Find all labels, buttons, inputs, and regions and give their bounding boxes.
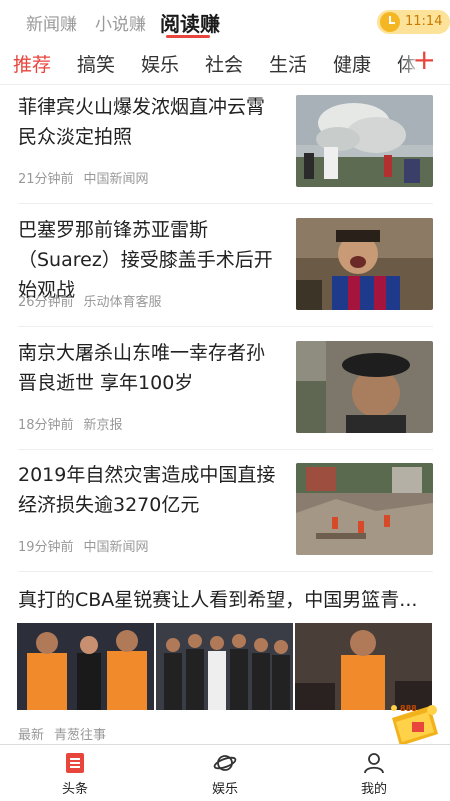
news-meta: 18分钟前 新京报 — [18, 414, 133, 433]
divider — [18, 449, 433, 450]
category-tab-entertainment[interactable]: 娱乐 — [141, 50, 179, 77]
top-mode-tabs: 新闻赚 小说赚 阅读赚 11:14 — [0, 0, 450, 40]
divider — [18, 326, 433, 327]
news-item[interactable]: 南京大屠杀山东唯一幸存者孙晋良逝世 享年100岁 18分钟前 新京报 — [0, 338, 450, 450]
nav-profile[interactable]: 我的 — [334, 751, 414, 797]
news-meta: 最新 青葱往事 — [18, 724, 116, 743]
timer-value: 11:14 — [405, 14, 443, 29]
news-source: 中国新闻网 — [83, 172, 149, 187]
bottom-navigation: 头条 娱乐 我的 — [0, 744, 450, 801]
reward-envelope-icon[interactable]: 888 — [386, 700, 442, 748]
nav-label: 我的 — [360, 782, 387, 797]
news-meta: 21分钟前 中国新闻网 — [18, 168, 159, 187]
tab-read-earn[interactable]: 阅读赚 — [160, 8, 220, 37]
news-time: 最新 — [18, 728, 45, 743]
news-source: 新京报 — [83, 418, 123, 433]
divider — [18, 203, 433, 204]
category-tab-health[interactable]: 健康 — [333, 50, 371, 77]
category-tabs: 推荐 搞笑 娱乐 社会 生活 健康 体 + — [0, 40, 450, 85]
news-title[interactable]: 真打的CBA星锐赛让人看到希望，中国男篮青... — [18, 585, 433, 612]
news-thumbnail — [296, 341, 433, 433]
news-time: 26分钟前 — [18, 295, 74, 310]
category-tab-life[interactable]: 生活 — [269, 50, 307, 77]
divider — [18, 571, 433, 572]
clock-icon — [380, 12, 400, 32]
news-time: 21分钟前 — [18, 172, 74, 187]
add-category-icon[interactable]: + — [413, 46, 436, 74]
category-tab-society[interactable]: 社会 — [205, 50, 243, 77]
news-item[interactable]: 巴塞罗那前锋苏亚雷斯（Suarez）接受膝盖手术后开始观战 26分钟前 乐动体育客… — [0, 215, 450, 327]
planet-icon — [213, 755, 237, 771]
news-image-2 — [156, 623, 293, 710]
news-source: 中国新闻网 — [83, 540, 149, 555]
news-item[interactable]: 2019年自然灾害造成中国直接经济损失逾3270亿元 19分钟前 中国新闻网 — [0, 460, 450, 572]
news-thumbnail — [296, 463, 433, 555]
news-source: 青葱往事 — [54, 728, 107, 743]
reward-amount: 888 — [400, 704, 417, 713]
news-title[interactable]: 2019年自然灾害造成中国直接经济损失逾3270亿元 — [18, 460, 280, 520]
active-tab-indicator — [166, 35, 210, 38]
nav-label: 娱乐 — [211, 782, 238, 797]
reading-timer[interactable]: 11:14 — [377, 10, 450, 34]
news-thumbnail — [296, 218, 433, 310]
news-item[interactable]: 菲律宾火山爆发浓烟直冲云霄民众淡定拍照 21分钟前 中国新闻网 — [0, 92, 450, 204]
tab-news-earn[interactable]: 新闻赚 — [26, 10, 77, 35]
news-image-1 — [17, 623, 154, 710]
user-icon — [364, 753, 384, 774]
category-tab-recommend[interactable]: 推荐 — [13, 50, 51, 77]
category-tab-funny[interactable]: 搞笑 — [77, 50, 115, 77]
news-meta: 19分钟前 中国新闻网 — [18, 536, 159, 555]
tab-novel-earn[interactable]: 小说赚 — [95, 10, 146, 35]
nav-headlines[interactable]: 头条 — [35, 751, 115, 797]
news-source: 乐动体育客服 — [83, 295, 162, 310]
news-thumbnail — [296, 95, 433, 187]
news-time: 19分钟前 — [18, 540, 74, 555]
news-time: 18分钟前 — [18, 418, 74, 433]
news-meta: 26分钟前 乐动体育客服 — [18, 291, 172, 310]
news-title[interactable]: 菲律宾火山爆发浓烟直冲云霄民众淡定拍照 — [18, 92, 280, 152]
news-image-3 — [295, 623, 432, 710]
news-title[interactable]: 南京大屠杀山东唯一幸存者孙晋良逝世 享年100岁 — [18, 338, 280, 398]
headlines-icon — [66, 753, 84, 773]
nav-entertainment[interactable]: 娱乐 — [185, 751, 265, 797]
nav-label: 头条 — [61, 782, 88, 797]
